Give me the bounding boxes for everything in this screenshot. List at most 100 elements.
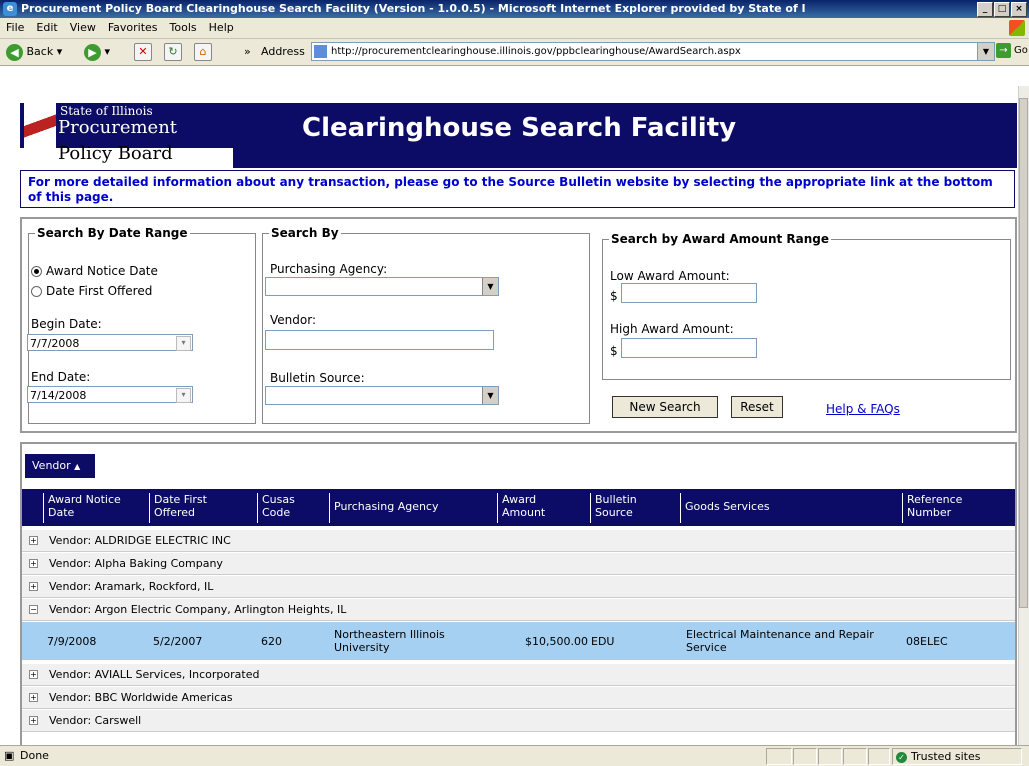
cell-cusas: 620 — [261, 634, 282, 648]
table-row[interactable]: 7/9/2008 5/2/2007 620 Northeastern Illin… — [22, 622, 1015, 660]
trusted-check-icon: ✓ — [896, 751, 907, 763]
group-label: Vendor: ALDRIDGE ELECTRIC INC — [49, 534, 231, 547]
col-award-amount-l2: Amount — [502, 506, 546, 519]
group-row[interactable]: + Vendor: Aramark, Rockford, IL — [22, 576, 1015, 598]
chevron-down-icon[interactable]: ▼ — [482, 278, 498, 295]
col-purchasing-agency[interactable]: Purchasing Agency — [329, 493, 497, 523]
grid-header: Award Notice Date Date First Offered Cusas… — [22, 489, 1015, 526]
group-row[interactable]: + Vendor: BBC Worldwide Americas — [22, 687, 1015, 709]
low-currency-symbol: $ — [610, 289, 618, 303]
status-bar: ▣ Done ✓ Trusted sites — [0, 745, 1029, 766]
col-bulletin-source[interactable]: Bulletin Source — [590, 493, 678, 523]
maximize-button[interactable]: □ — [994, 2, 1010, 17]
vendor-input[interactable] — [265, 330, 494, 350]
group-label: Vendor: Aramark, Rockford, IL — [49, 580, 214, 593]
info-message: For more detailed information about any … — [20, 170, 1015, 208]
high-amount-label: High Award Amount: — [610, 322, 734, 336]
sort-ascending-icon: ▲ — [74, 462, 81, 471]
expand-icon[interactable]: + — [29, 536, 38, 545]
status-page-icon: ▣ — [4, 749, 15, 762]
col-date-first-offered[interactable]: Date First Offered — [149, 493, 257, 523]
security-zone[interactable]: ✓ Trusted sites — [892, 748, 1022, 765]
radio-award-notice[interactable]: Award Notice Date — [31, 264, 158, 278]
go-arrow-icon: → — [996, 43, 1011, 58]
window-title: Procurement Policy Board Clearinghouse S… — [21, 2, 806, 15]
calendar-dropdown-icon[interactable]: ▾ — [176, 388, 191, 403]
low-amount-input[interactable] — [621, 283, 757, 303]
vendor-label: Vendor: — [270, 313, 316, 327]
new-search-button[interactable]: New Search — [612, 396, 718, 418]
col-award-notice-date[interactable]: Award Notice Date — [43, 493, 147, 523]
back-label: Back — [26, 45, 54, 58]
cell-agency: Northeastern Illinois University — [334, 628, 445, 654]
radio-date-first-offered[interactable]: Date First Offered — [31, 284, 152, 298]
window-title-bar: e Procurement Policy Board Clearinghouse … — [0, 0, 1029, 18]
amount-range-legend: Search by Award Amount Range — [611, 232, 830, 246]
close-button[interactable]: × — [1011, 2, 1027, 17]
back-button[interactable]: ◀ Back ▾ — [6, 43, 62, 61]
expand-icon[interactable]: + — [29, 670, 38, 679]
cell-goods: Electrical Maintenance and Repair Servic… — [686, 628, 874, 654]
page-icon — [314, 44, 327, 58]
menu-help[interactable]: Help — [203, 18, 240, 38]
group-row[interactable]: + Vendor: Carswell — [22, 710, 1015, 732]
col-award-amount[interactable]: Award Amount — [497, 493, 587, 523]
back-arrow-icon: ◀ — [6, 43, 23, 61]
go-button[interactable]: → Go — [996, 43, 1028, 59]
col-purchasing-agency-label: Purchasing Agency — [334, 500, 439, 513]
menu-tools[interactable]: Tools — [164, 18, 203, 38]
agency-label: Purchasing Agency: — [270, 262, 388, 276]
reset-button[interactable]: Reset — [731, 396, 783, 418]
menu-file[interactable]: File — [0, 18, 30, 38]
high-amount-input[interactable] — [621, 338, 757, 358]
menu-view[interactable]: View — [64, 18, 102, 38]
begin-date-label: Begin Date: — [31, 317, 102, 331]
menu-edit[interactable]: Edit — [30, 18, 63, 38]
stop-button[interactable]: ✕ — [134, 43, 152, 61]
menu-favorites[interactable]: Favorites — [102, 18, 164, 38]
scrollbar-thumb[interactable] — [1019, 98, 1028, 608]
help-faqs-link[interactable]: Help & FAQs — [826, 402, 900, 416]
group-row[interactable]: + Vendor: Alpha Baking Company — [22, 553, 1015, 575]
agency-select[interactable]: ▼ — [265, 277, 499, 296]
status-text: Done — [20, 749, 49, 762]
calendar-dropdown-icon[interactable]: ▾ — [176, 336, 191, 351]
date-range-legend: Search By Date Range — [37, 226, 188, 240]
expand-icon[interactable]: + — [29, 582, 38, 591]
end-date-input[interactable]: 7/14/2008 ▾ — [27, 386, 193, 403]
bulletin-select[interactable]: ▼ — [265, 386, 499, 405]
col-bulletin-source-l2: Source — [595, 506, 633, 519]
col-reference-number[interactable]: Reference Number — [902, 493, 1015, 523]
security-zone-label: Trusted sites — [911, 750, 981, 763]
low-amount-label: Low Award Amount: — [610, 269, 730, 283]
status-cell — [843, 748, 867, 765]
logo-policy-board: Policy Board — [58, 143, 173, 164]
group-by-vendor-button[interactable]: Vendor ▲ — [25, 454, 95, 478]
col-cusas-code-l2: Code — [262, 506, 291, 519]
browser-toolbar: ◀ Back ▾ ▶ ▾ ✕ ↻ ⌂ » Address http://proc… — [0, 39, 1029, 66]
menu-bar: File Edit View Favorites Tools Help — [0, 18, 1029, 39]
begin-date-input[interactable]: 7/7/2008 ▾ — [27, 334, 193, 351]
col-award-notice-date-l1: Award Notice — [48, 493, 121, 506]
toolbar-chevron-icon[interactable]: » — [244, 43, 251, 61]
forward-arrow-icon: ▶ — [84, 43, 101, 61]
forward-button[interactable]: ▶ ▾ — [84, 43, 110, 61]
group-row[interactable]: + Vendor: AVIALL Services, Incorporated — [22, 664, 1015, 686]
home-button[interactable]: ⌂ — [194, 43, 212, 61]
begin-date-value: 7/7/2008 — [30, 337, 80, 350]
address-bar[interactable]: http://procurementclearinghouse.illinois… — [311, 42, 979, 61]
group-row[interactable]: − Vendor: Argon Electric Company, Arlingt… — [22, 599, 1015, 621]
col-goods-services[interactable]: Goods Services — [680, 493, 902, 523]
collapse-icon[interactable]: − — [29, 605, 38, 614]
refresh-button[interactable]: ↻ — [164, 43, 182, 61]
expand-icon[interactable]: + — [29, 693, 38, 702]
group-row[interactable]: + Vendor: ALDRIDGE ELECTRIC INC — [22, 530, 1015, 552]
radio-first-label: Date First Offered — [46, 284, 153, 298]
vertical-scrollbar[interactable] — [1018, 86, 1029, 745]
expand-icon[interactable]: + — [29, 559, 38, 568]
address-dropdown-icon[interactable]: ▼ — [977, 42, 995, 61]
expand-icon[interactable]: + — [29, 716, 38, 725]
chevron-down-icon[interactable]: ▼ — [482, 387, 498, 404]
minimize-button[interactable]: _ — [977, 2, 993, 17]
col-cusas-code[interactable]: Cusas Code — [257, 493, 327, 523]
